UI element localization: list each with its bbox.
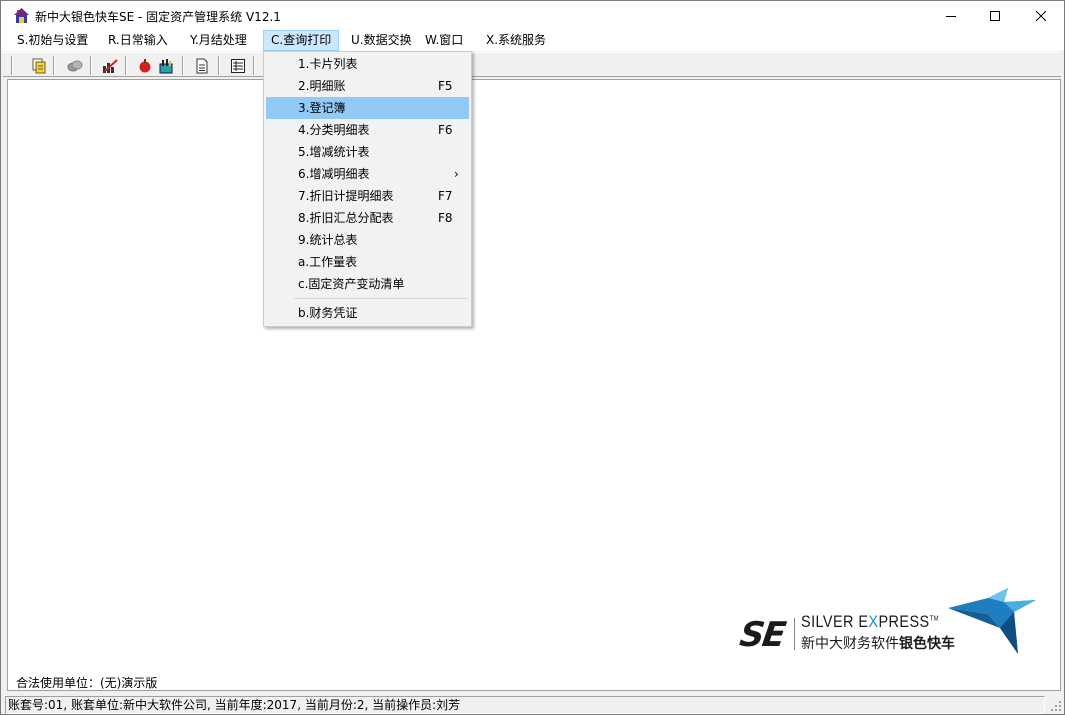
- app-icon[interactable]: [13, 7, 30, 24]
- chart-basket-icon: [159, 58, 172, 73]
- toolbar: [3, 52, 1061, 77]
- logo-chinese-name: 新中大财务软件银色快车: [801, 636, 955, 652]
- dropdown-item-category-detail[interactable]: 4.分类明细表 F6: [266, 119, 469, 141]
- dropdown-item-voucher[interactable]: b.财务凭证: [266, 302, 469, 324]
- menu-month-end[interactable]: Y.月结处理: [183, 30, 254, 51]
- copy-documents-button[interactable]: [29, 56, 48, 75]
- window-title: 新中大银色快车SE - 固定资产管理系统 V12.1: [35, 10, 281, 24]
- bird-logo-icon: [948, 588, 1036, 654]
- dropdown-item-change-detail[interactable]: 6.增减明细表 ›: [266, 163, 469, 185]
- toolbar-separator: [182, 56, 184, 75]
- silver-express-logo: SE SILVER EXPRESSTM 新中大财务软件银色快车: [734, 588, 1036, 660]
- client-area[interactable]: SE SILVER EXPRESSTM 新中大财务软件银色快车 合法使用单位：(…: [7, 79, 1061, 691]
- resize-grip-icon[interactable]: [1049, 699, 1063, 713]
- report-sheet-button[interactable]: [228, 56, 247, 75]
- menu-window[interactable]: W.窗口: [418, 30, 470, 51]
- toolbar-separator: [11, 56, 13, 75]
- toolbar-separator: [253, 56, 255, 75]
- dropdown-item-change-stats[interactable]: 5.增减统计表: [266, 141, 469, 163]
- logo-english-name: SILVER EXPRESSTM: [801, 612, 940, 631]
- legal-unit-label: 合法使用单位：(无)演示版: [16, 676, 158, 690]
- dropdown-item-stats-summary[interactable]: 9.统计总表: [266, 229, 469, 251]
- menu-query-print[interactable]: C.查询打印: [263, 30, 340, 51]
- toolbar-separator: [125, 56, 127, 75]
- apple-button[interactable]: [135, 56, 154, 75]
- dropdown-separator: [294, 298, 468, 299]
- dropdown-item-depreciation-detail[interactable]: 7.折旧计提明细表 F7: [266, 185, 469, 207]
- menu-init-settings[interactable]: S.初始与设置: [10, 30, 95, 51]
- apple-icon: [139, 58, 150, 72]
- dropdown-item-depreciation-summary[interactable]: 8.折旧汇总分配表 F8: [266, 207, 469, 229]
- menu-system-service[interactable]: X.系统服务: [479, 30, 553, 51]
- copy-documents-icon: [32, 58, 45, 73]
- close-button[interactable]: [1018, 1, 1064, 30]
- dropdown-item-asset-change-list[interactable]: c.固定资产变动清单: [266, 273, 469, 295]
- document-button[interactable]: [192, 56, 211, 75]
- chart-basket-button[interactable]: [156, 56, 175, 75]
- coins-icon: [67, 60, 82, 71]
- coins-button[interactable]: [65, 56, 84, 75]
- status-text: 账套号:01, 账套单位:新中大软件公司, 当前年度:2017, 当前月份:2,…: [5, 696, 1045, 714]
- dropdown-item-register[interactable]: 3.登记簿: [266, 97, 469, 119]
- report-sheet-icon: [230, 58, 245, 73]
- logo-divider: [794, 618, 795, 650]
- query-print-dropdown: 1.卡片列表 2.明细账 F5 3.登记簿 4.分类明细表 F6 5.增减统计表 6…: [263, 51, 472, 327]
- title-bar[interactable]: 新中大银色快车SE - 固定资产管理系统 V12.1: [1, 1, 1064, 30]
- dropdown-item-card-list[interactable]: 1.卡片列表: [266, 53, 469, 75]
- maximize-icon: [990, 10, 1000, 21]
- dropdown-item-workload[interactable]: a.工作量表: [266, 251, 469, 273]
- toolbar-separator: [53, 56, 55, 75]
- minimize-button[interactable]: [928, 1, 974, 30]
- edit-chart-button[interactable]: [100, 56, 119, 75]
- toolbar-separator: [90, 56, 92, 75]
- edit-chart-icon: [102, 58, 118, 73]
- logo-mark: SE: [737, 615, 787, 655]
- dropdown-item-detail-ledger[interactable]: 2.明细账 F5: [266, 75, 469, 97]
- menu-daily-input[interactable]: R.日常输入: [101, 30, 175, 51]
- toolbar-separator: [218, 56, 220, 75]
- status-bar: 账套号:01, 账套单位:新中大软件公司, 当前年度:2017, 当前月份:2,…: [1, 693, 1064, 714]
- menu-data-exchange[interactable]: U.数据交换: [344, 30, 419, 51]
- close-icon: [1036, 10, 1046, 21]
- minimize-icon: [946, 15, 956, 17]
- submenu-arrow-icon: ›: [454, 167, 459, 181]
- maximize-button[interactable]: [972, 1, 1018, 30]
- main-window: 新中大银色快车SE - 固定资产管理系统 V12.1 S.初始与设置 R.日常输…: [0, 0, 1065, 715]
- menu-bar: S.初始与设置 R.日常输入 Y.月结处理 C.查询打印 U.数据交换 W.窗口…: [1, 30, 1064, 51]
- document-icon: [196, 58, 207, 73]
